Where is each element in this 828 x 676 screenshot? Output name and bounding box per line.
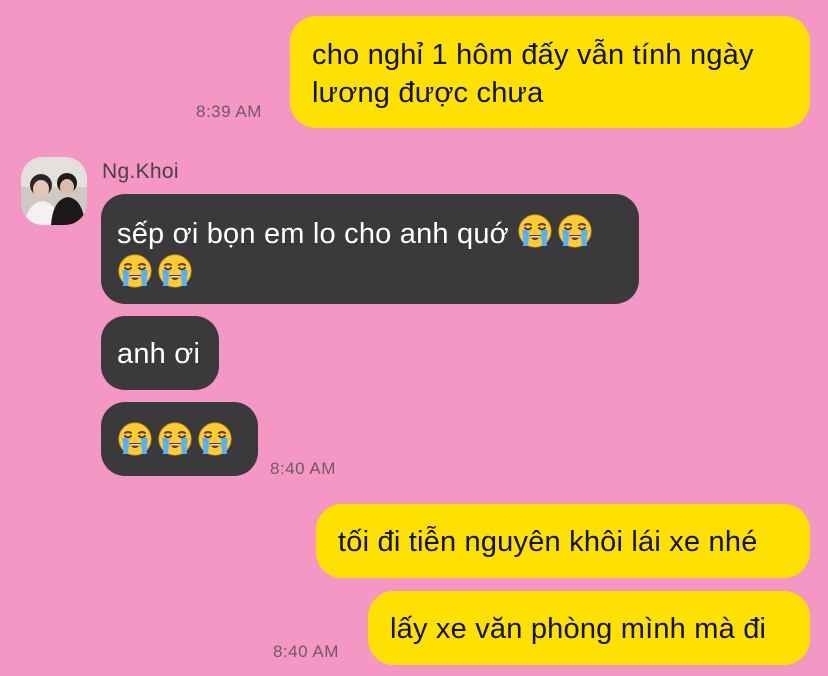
loudly-crying-face-icon xyxy=(557,213,593,249)
incoming-message-bubble[interactable]: anh ơi xyxy=(101,316,219,390)
outgoing-message-bubble[interactable]: lấy xe văn phòng mình mà đi xyxy=(368,591,810,665)
sender-avatar[interactable] xyxy=(21,157,87,225)
avatar-photo xyxy=(21,157,87,225)
loudly-crying-face-icon xyxy=(117,253,153,289)
message-text-line: sếp ơi bọn em lo cho anh quớ xyxy=(117,213,623,253)
message-text: tối đi tiễn nguyên khôi lái xe nhé xyxy=(338,526,758,558)
loudly-crying-face-icon xyxy=(157,253,193,289)
message-text-line: cho nghỉ 1 hôm đấy vẫn tính ngày xyxy=(312,39,754,71)
message-text-line xyxy=(117,253,623,293)
incoming-message-bubble[interactable]: sếp ơi bọn em lo cho anh quớ xyxy=(101,194,639,304)
outgoing-message-bubble[interactable]: tối đi tiễn nguyên khôi lái xe nhé xyxy=(316,504,810,578)
incoming-message-bubble[interactable] xyxy=(101,402,258,476)
message-timestamp: 8:40 AM xyxy=(270,459,336,478)
message-text-line: lương được chưa xyxy=(312,77,544,109)
loudly-crying-face-icon xyxy=(197,421,233,457)
message-text: lấy xe văn phòng mình mà đi xyxy=(390,613,767,645)
loudly-crying-face-icon xyxy=(517,213,553,249)
outgoing-message-bubble[interactable]: cho nghỉ 1 hôm đấy vẫn tính ngày lương đ… xyxy=(290,16,810,128)
loudly-crying-face-icon xyxy=(157,421,193,457)
message-timestamp: 8:39 AM xyxy=(196,102,262,121)
message-text: anh ơi xyxy=(117,338,201,370)
loudly-crying-face-icon xyxy=(117,421,153,457)
message-text: sếp ơi bọn em lo cho anh quớ xyxy=(117,218,509,250)
sender-name: Ng.Khoi xyxy=(102,160,179,183)
message-timestamp: 8:40 AM xyxy=(273,642,339,661)
message-emoji-row xyxy=(117,421,244,461)
